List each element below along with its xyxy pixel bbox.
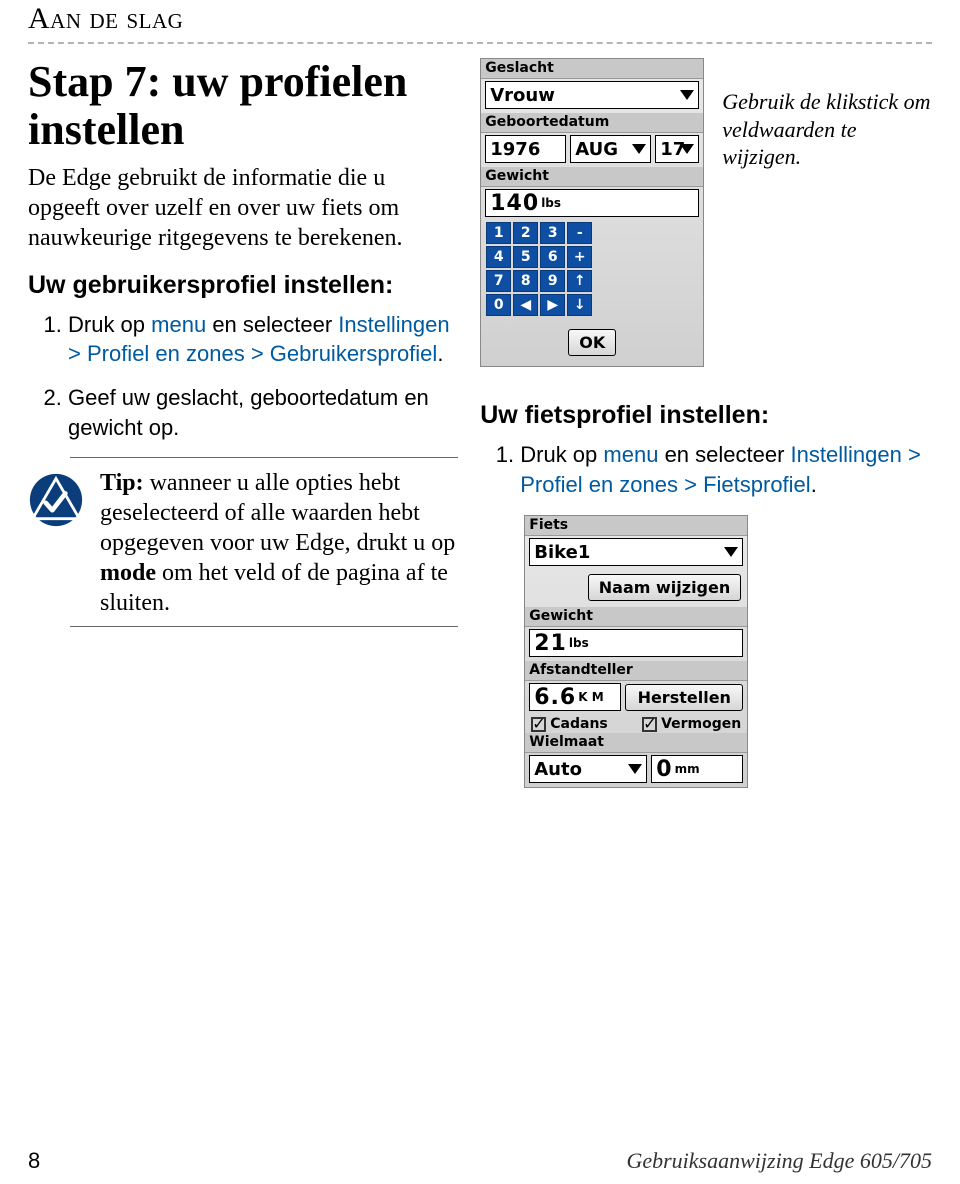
device2-field-wheel-auto[interactable]: Auto bbox=[529, 755, 647, 783]
page-title: Stap 7: uw profielen instellen bbox=[28, 58, 458, 155]
device2-label-odometer: Afstandteller bbox=[525, 661, 747, 681]
keypad-key[interactable]: ↓ bbox=[567, 294, 592, 316]
intro-paragraph: De Edge gebruikt de informatie die u opg… bbox=[28, 163, 458, 253]
keypad-key[interactable]: ▶ bbox=[540, 294, 565, 316]
keypad-key[interactable]: 3 bbox=[540, 222, 565, 244]
device2-reset-button[interactable]: Herstellen bbox=[625, 684, 743, 711]
keypad-key[interactable]: 2 bbox=[513, 222, 538, 244]
user-profile-heading: Uw gebruikersprofiel instellen: bbox=[28, 271, 458, 300]
device2-field-wheel-mm[interactable]: 0mm bbox=[651, 755, 743, 783]
device1-field-year[interactable]: 1976 bbox=[485, 135, 566, 163]
keypad-key[interactable]: 4 bbox=[486, 246, 511, 268]
device1-field-month[interactable]: AUG bbox=[570, 135, 651, 163]
device1-label-gender: Geslacht bbox=[481, 59, 703, 79]
keypad-key[interactable]: ↑ bbox=[567, 270, 592, 292]
user-profile-steps: Druk op menu en selecteer Instellingen >… bbox=[28, 310, 458, 443]
footer-text: Gebruiksaanwijzing Edge 605/705 bbox=[626, 1148, 932, 1174]
device1-field-weight[interactable]: 140lbs bbox=[485, 189, 699, 217]
bike-profile-steps: Druk op menu en selecteer Instellingen >… bbox=[480, 440, 932, 499]
device1-label-weight: Gewicht bbox=[481, 167, 703, 187]
tip-top-rule bbox=[70, 457, 458, 458]
device1-label-birthdate: Geboortedatum bbox=[481, 113, 703, 133]
device1-field-day[interactable]: 17 bbox=[655, 135, 699, 163]
tip-check-icon bbox=[28, 472, 84, 528]
dropdown-icon bbox=[724, 547, 738, 557]
menu-link: menu bbox=[151, 312, 206, 337]
keypad-key[interactable]: 7 bbox=[486, 270, 511, 292]
page-footer: 8 Gebruiksaanwijzing Edge 605/705 bbox=[28, 788, 932, 1184]
device1-field-gender[interactable]: Vrouw bbox=[485, 81, 699, 109]
keypad-key[interactable]: 9 bbox=[540, 270, 565, 292]
keypad-key[interactable]: 8 bbox=[513, 270, 538, 292]
tip-box: Tip: wanneer u alle opties hebt geselect… bbox=[28, 468, 458, 618]
device1-ok-button[interactable]: OK bbox=[568, 329, 616, 356]
device-screenshot-user-profile: Geslacht Vrouw Geboortedatum 1976 AUG 17… bbox=[480, 58, 704, 367]
device2-label-wheelsize: Wielmaat bbox=[525, 733, 747, 753]
device2-field-weight[interactable]: 21lbs bbox=[529, 629, 743, 657]
user-profile-step-2: Geef uw geslacht, geboortedatum en gewic… bbox=[68, 383, 458, 442]
keypad-key[interactable]: 0 bbox=[486, 294, 511, 316]
device2-sensor-row: Cadans Vermogen bbox=[525, 715, 747, 733]
device2-rename-button[interactable]: Naam wijzigen bbox=[588, 574, 741, 601]
screenshot-caption: Gebruik de klikstick om veldwaarden te w… bbox=[722, 88, 932, 171]
left-column: Stap 7: uw profielen instellen De Edge g… bbox=[28, 58, 458, 788]
keypad-key[interactable]: 6 bbox=[540, 246, 565, 268]
keypad-key[interactable]: 5 bbox=[513, 246, 538, 268]
right-column: Geslacht Vrouw Geboortedatum 1976 AUG 17… bbox=[480, 58, 932, 788]
header-divider bbox=[28, 42, 932, 44]
keypad-key[interactable]: 1 bbox=[486, 222, 511, 244]
device2-field-distance[interactable]: 6.6K M bbox=[529, 683, 621, 711]
tip-text: Tip: wanneer u alle opties hebt geselect… bbox=[100, 468, 458, 618]
tip-bottom-rule bbox=[70, 626, 458, 627]
device2-field-bike[interactable]: Bike1 bbox=[529, 538, 743, 566]
user-profile-step-1: Druk op menu en selecteer Instellingen >… bbox=[68, 310, 458, 369]
keypad-key[interactable]: ◀ bbox=[513, 294, 538, 316]
keypad-key[interactable]: + bbox=[567, 246, 592, 268]
dropdown-icon bbox=[628, 764, 642, 774]
bike-profile-heading: Uw fietsprofiel instellen: bbox=[480, 401, 932, 430]
dropdown-icon bbox=[632, 144, 646, 154]
dropdown-icon bbox=[680, 90, 694, 100]
menu-link: menu bbox=[603, 442, 658, 467]
page-number: 8 bbox=[28, 1148, 40, 1174]
bike-profile-step-1: Druk op menu en selecteer Instellingen >… bbox=[520, 440, 932, 499]
device2-label-weight: Gewicht bbox=[525, 607, 747, 627]
section-header: Aan de slag bbox=[28, 2, 932, 36]
dropdown-icon bbox=[680, 144, 694, 154]
device2-label-bike: Fiets bbox=[525, 516, 747, 536]
keypad-key[interactable]: - bbox=[567, 222, 592, 244]
device2-cadence-checkbox[interactable]: Cadans bbox=[531, 716, 608, 732]
device-screenshot-bike-profile: Fiets Bike1 Naam wijzigen Gewicht 21lbs … bbox=[524, 515, 748, 788]
device1-keypad: 123- 456+ 789↑ 0◀▶↓ bbox=[485, 221, 699, 317]
device2-power-checkbox[interactable]: Vermogen bbox=[642, 716, 741, 732]
